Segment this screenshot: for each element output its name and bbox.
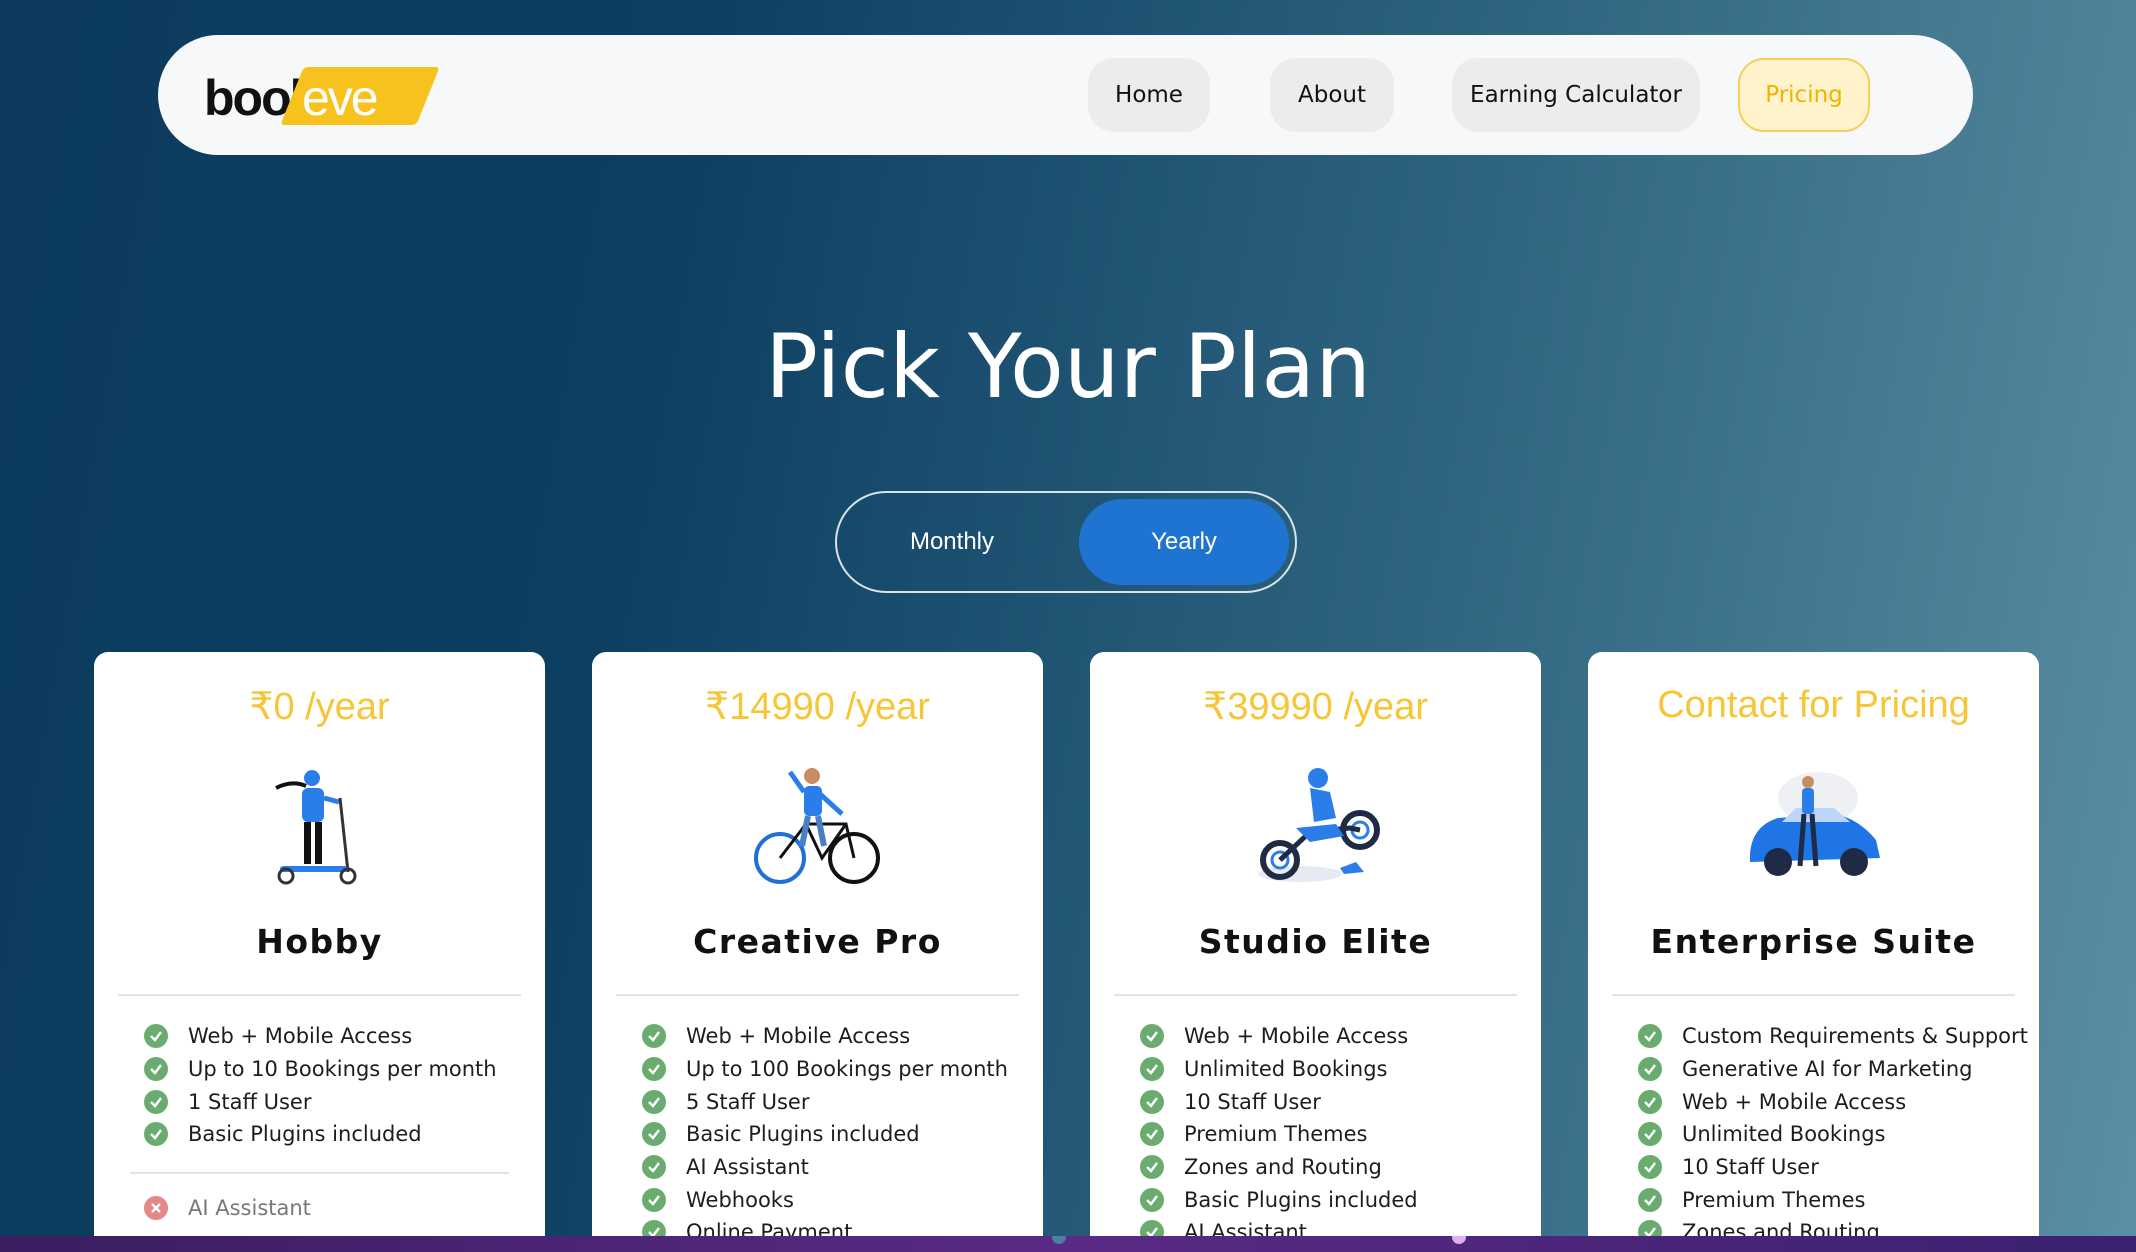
check-icon [642, 1089, 666, 1114]
motorbike-rider-icon [1258, 768, 1380, 882]
divider [616, 994, 1019, 996]
feature-item: Online Payment [642, 1216, 1033, 1236]
bicycle-rider-icon [754, 768, 880, 884]
logo-text-eve: eve [302, 70, 379, 126]
feature-item: 1 Staff User [144, 1085, 535, 1118]
feature-item: Webhooks [642, 1183, 1033, 1216]
feature-list: Web + Mobile Access Unlimited Bookings 1… [1140, 1020, 1531, 1236]
plan-price: ₹39990 /year [1203, 686, 1428, 728]
excluded-feature: AI Assistant [144, 1196, 311, 1220]
divider [118, 994, 521, 996]
feature-item: Premium Themes [1140, 1118, 1531, 1151]
car-owner-icon [1750, 772, 1880, 876]
feature-item: Zones and Routing [1638, 1216, 2029, 1236]
nav-home[interactable]: Home [1088, 58, 1210, 132]
nav-about[interactable]: About [1270, 58, 1394, 132]
feature-item: Unlimited Bookings [1638, 1118, 2029, 1151]
check-icon [144, 1122, 168, 1147]
feature-item: Unlimited Bookings [1140, 1053, 1531, 1086]
divider [1114, 994, 1517, 996]
check-icon [1638, 1187, 1662, 1212]
plan-name: Creative Pro [693, 922, 942, 961]
check-icon [642, 1187, 666, 1212]
check-icon [1140, 1057, 1164, 1082]
page: book eve Home About Earning Calculator P… [0, 0, 2136, 1236]
plan-price: Contact for Pricing [1657, 684, 1970, 726]
check-icon [1638, 1220, 1662, 1236]
feature-item: Basic Plugins included [642, 1118, 1033, 1151]
feature-item: Generative AI for Marketing [1638, 1053, 2029, 1086]
check-icon [642, 1155, 666, 1180]
check-icon [642, 1057, 666, 1082]
feature-item: Web + Mobile Access [144, 1020, 535, 1053]
check-icon [144, 1057, 168, 1082]
check-icon [1140, 1187, 1164, 1212]
plan-price: ₹14990 /year [705, 686, 930, 728]
feature-item: Up to 10 Bookings per month [144, 1053, 535, 1086]
check-icon [1638, 1089, 1662, 1114]
nav-pricing[interactable]: Pricing [1738, 58, 1870, 132]
feature-item: Web + Mobile Access [1638, 1085, 2029, 1118]
brand-logo[interactable]: book eve [204, 67, 440, 129]
plan-card-studio-elite: ₹39990 /year Studio Elite Web + Mobile A… [1090, 652, 1541, 1236]
check-icon [144, 1024, 168, 1049]
feature-item: Premium Themes [1638, 1183, 2029, 1216]
divider [130, 1172, 509, 1174]
plan-card-enterprise-suite: Contact for Pricing Enterprise Suite Cus… [1588, 652, 2039, 1236]
feature-item: Zones and Routing [1140, 1151, 1531, 1184]
feature-item: Up to 100 Bookings per month [642, 1053, 1033, 1086]
os-taskbar [0, 1236, 2136, 1252]
toggle-monthly[interactable]: Monthly [847, 499, 1057, 585]
check-icon [1638, 1057, 1662, 1082]
check-icon [1140, 1024, 1164, 1049]
check-icon [642, 1122, 666, 1147]
feature-list: Custom Requirements & Support Generative… [1638, 1020, 2029, 1236]
feature-item: Basic Plugins included [144, 1118, 535, 1151]
check-icon [642, 1024, 666, 1049]
page-title: Pick Your Plan [765, 315, 1371, 418]
feature-item: AI Assistant [1140, 1216, 1531, 1236]
plan-price: ₹0 /year [249, 686, 390, 728]
feature-item: Custom Requirements & Support [1638, 1020, 2029, 1053]
plan-card-creative-pro: ₹14990 /year Creative Pro Web + Mobile A… [592, 652, 1043, 1236]
feature-item: 10 Staff User [1638, 1151, 2029, 1184]
check-icon [1638, 1122, 1662, 1147]
cross-icon [144, 1196, 168, 1220]
scooter-rider-icon [275, 770, 357, 885]
toggle-yearly[interactable]: Yearly [1079, 499, 1289, 585]
check-icon [144, 1089, 168, 1114]
check-icon [1638, 1155, 1662, 1180]
feature-list: Web + Mobile Access Up to 100 Bookings p… [642, 1020, 1033, 1236]
feature-item: Web + Mobile Access [642, 1020, 1033, 1053]
check-icon [1140, 1155, 1164, 1180]
feature-item: 10 Staff User [1140, 1085, 1531, 1118]
check-icon [1140, 1089, 1164, 1114]
check-icon [1140, 1220, 1164, 1236]
check-icon [1140, 1122, 1164, 1147]
check-icon [642, 1220, 666, 1236]
plan-name: Hobby [256, 922, 383, 961]
billing-toggle: Monthly Yearly [835, 491, 1297, 593]
feature-item: AI Assistant [642, 1151, 1033, 1184]
check-icon [1638, 1024, 1662, 1049]
feature-item: 5 Staff User [642, 1085, 1033, 1118]
feature-item: Web + Mobile Access [1140, 1020, 1531, 1053]
feature-list: Web + Mobile Access Up to 10 Bookings pe… [144, 1020, 535, 1151]
plan-name: Enterprise Suite [1650, 922, 1977, 961]
navbar: book eve Home About Earning Calculator P… [158, 35, 1973, 155]
divider [1612, 994, 2015, 996]
plan-card-hobby: ₹0 /year Hobby Web + Mobile Access Up to… [94, 652, 545, 1236]
plan-name: Studio Elite [1198, 922, 1433, 961]
feature-item: Basic Plugins included [1140, 1183, 1531, 1216]
nav-earning-calculator[interactable]: Earning Calculator [1452, 58, 1700, 132]
